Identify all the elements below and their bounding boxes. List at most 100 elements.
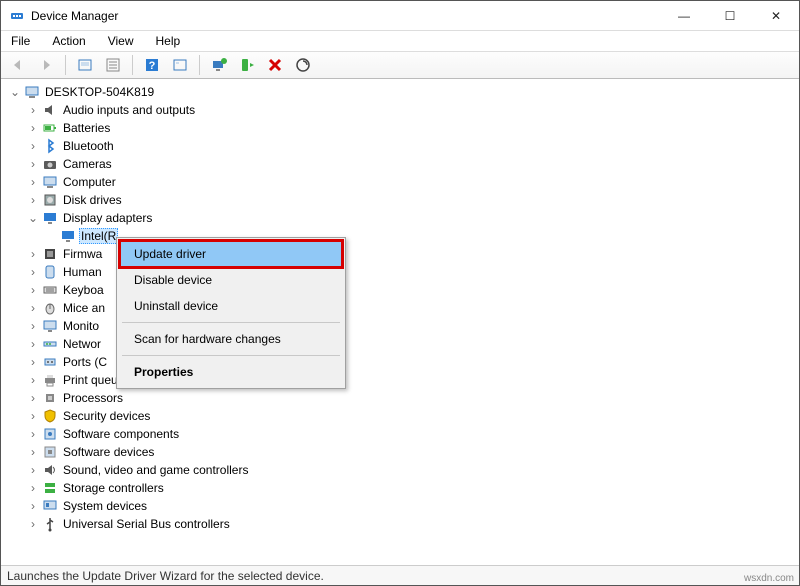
- tree-item-label: Processors: [61, 391, 125, 405]
- audio-icon: [42, 102, 58, 118]
- tree-item[interactable]: › Bluetooth: [9, 137, 797, 155]
- chevron-right-icon[interactable]: ›: [27, 373, 39, 387]
- scan-hardware-icon[interactable]: [292, 54, 314, 76]
- chevron-right-icon[interactable]: ›: [27, 517, 39, 531]
- chevron-right-icon[interactable]: ›: [27, 283, 39, 297]
- chevron-right-icon[interactable]: ›: [27, 391, 39, 405]
- maximize-button[interactable]: ☐: [707, 1, 753, 31]
- printer-icon: [42, 372, 58, 388]
- tree-item-label: Audio inputs and outputs: [61, 103, 197, 117]
- device-tree[interactable]: ⌄ DESKTOP-504K819 › Audio inputs and outp…: [1, 79, 799, 565]
- chevron-down-icon[interactable]: ⌄: [9, 85, 21, 99]
- context-menu-item[interactable]: Update driver: [120, 241, 342, 267]
- chevron-right-icon[interactable]: ›: [27, 427, 39, 441]
- svg-text:?: ?: [149, 60, 156, 72]
- chevron-down-icon[interactable]: ⌄: [27, 211, 39, 225]
- menu-help[interactable]: Help: [152, 32, 185, 50]
- tree-item-label: System devices: [61, 499, 149, 513]
- tree-item-label: Ports (C: [61, 355, 109, 369]
- details-icon[interactable]: [102, 54, 124, 76]
- menu-action[interactable]: Action: [48, 32, 89, 50]
- context-menu-item[interactable]: Uninstall device: [120, 293, 342, 319]
- context-menu-item[interactable]: Disable device: [120, 267, 342, 293]
- tree-item[interactable]: ›Security devices: [9, 407, 797, 425]
- properties-icon[interactable]: [169, 54, 191, 76]
- computer-icon: [24, 84, 40, 100]
- system-icon: [42, 498, 58, 514]
- bluetooth-icon: [42, 138, 58, 154]
- tree-root[interactable]: ⌄ DESKTOP-504K819: [9, 83, 797, 101]
- toolbar-separator: [199, 55, 200, 75]
- chevron-right-icon[interactable]: ›: [27, 103, 39, 117]
- menu-file[interactable]: File: [7, 32, 34, 50]
- chevron-right-icon[interactable]: ›: [27, 445, 39, 459]
- tree-item-label: Intel(R: [79, 228, 118, 244]
- tree-item[interactable]: ›Sound, video and game controllers: [9, 461, 797, 479]
- minimize-button[interactable]: —: [661, 1, 707, 31]
- context-menu-item[interactable]: Scan for hardware changes: [120, 326, 342, 352]
- tree-item[interactable]: › Universal Serial Bus controllers: [9, 515, 797, 533]
- app-icon: [9, 8, 25, 24]
- titlebar: Device Manager — ☐ ✕: [1, 1, 799, 31]
- tree-item[interactable]: › Processors: [9, 389, 797, 407]
- tree-item[interactable]: ›Software components: [9, 425, 797, 443]
- software-device-icon: [42, 444, 58, 460]
- tree-item[interactable]: ›Storage controllers: [9, 479, 797, 497]
- chevron-right-icon[interactable]: ›: [27, 355, 39, 369]
- context-menu-separator: [122, 355, 340, 356]
- close-button[interactable]: ✕: [753, 1, 799, 31]
- chevron-right-icon[interactable]: ›: [27, 175, 39, 189]
- back-arrow-icon[interactable]: [7, 54, 29, 76]
- tree-item[interactable]: ›Batteries: [9, 119, 797, 137]
- chevron-right-icon[interactable]: ›: [27, 319, 39, 333]
- security-icon: [42, 408, 58, 424]
- tree-item[interactable]: › Audio inputs and outputs: [9, 101, 797, 119]
- menu-view[interactable]: View: [104, 32, 138, 50]
- usb-icon: [42, 516, 58, 532]
- forward-arrow-icon[interactable]: [35, 54, 57, 76]
- tree-item[interactable]: › Computer: [9, 173, 797, 191]
- device-manager-window: Device Manager — ☐ ✕ File Action View He…: [0, 0, 800, 586]
- cpu-icon: [42, 390, 58, 406]
- update-driver-toolbar-icon[interactable]: [208, 54, 230, 76]
- help-icon[interactable]: ?: [141, 54, 163, 76]
- show-hidden-icon[interactable]: [74, 54, 96, 76]
- context-menu-item[interactable]: Properties: [120, 359, 342, 385]
- tree-item-label: Disk drives: [61, 193, 124, 207]
- chevron-right-icon[interactable]: ›: [27, 463, 39, 477]
- chevron-right-icon[interactable]: ›: [27, 301, 39, 315]
- tree-item-label: Universal Serial Bus controllers: [61, 517, 232, 531]
- window-title: Device Manager: [31, 9, 661, 23]
- chevron-right-icon[interactable]: ›: [27, 499, 39, 513]
- monitor-icon: [42, 318, 58, 334]
- tree-item-label: Computer: [61, 175, 118, 189]
- enable-device-icon[interactable]: [236, 54, 258, 76]
- tree-item-label: Bluetooth: [61, 139, 116, 153]
- software-component-icon: [42, 426, 58, 442]
- tree-item-label: Networ: [61, 337, 103, 351]
- chevron-right-icon[interactable]: ›: [27, 121, 39, 135]
- chevron-right-icon[interactable]: ›: [27, 193, 39, 207]
- tree-item[interactable]: ›Software devices: [9, 443, 797, 461]
- chevron-right-icon[interactable]: ›: [27, 247, 39, 261]
- mouse-icon: [42, 300, 58, 316]
- chevron-right-icon[interactable]: ›: [27, 139, 39, 153]
- battery-icon: [42, 120, 58, 136]
- camera-icon: [42, 156, 58, 172]
- tree-item-label: Human: [61, 265, 104, 279]
- disk-icon: [42, 192, 58, 208]
- chevron-right-icon[interactable]: ›: [27, 481, 39, 495]
- tree-item[interactable]: ⌄Display adapters: [9, 209, 797, 227]
- tree-item-label: Cameras: [61, 157, 114, 171]
- tree-item[interactable]: › Disk drives: [9, 191, 797, 209]
- computer-icon: [42, 174, 58, 190]
- tree-item[interactable]: › Cameras: [9, 155, 797, 173]
- chevron-right-icon[interactable]: ›: [27, 337, 39, 351]
- toolbar-separator: [132, 55, 133, 75]
- chevron-right-icon[interactable]: ›: [27, 409, 39, 423]
- sound-icon: [42, 462, 58, 478]
- uninstall-device-icon[interactable]: [264, 54, 286, 76]
- chevron-right-icon[interactable]: ›: [27, 265, 39, 279]
- tree-item[interactable]: › System devices: [9, 497, 797, 515]
- chevron-right-icon[interactable]: ›: [27, 157, 39, 171]
